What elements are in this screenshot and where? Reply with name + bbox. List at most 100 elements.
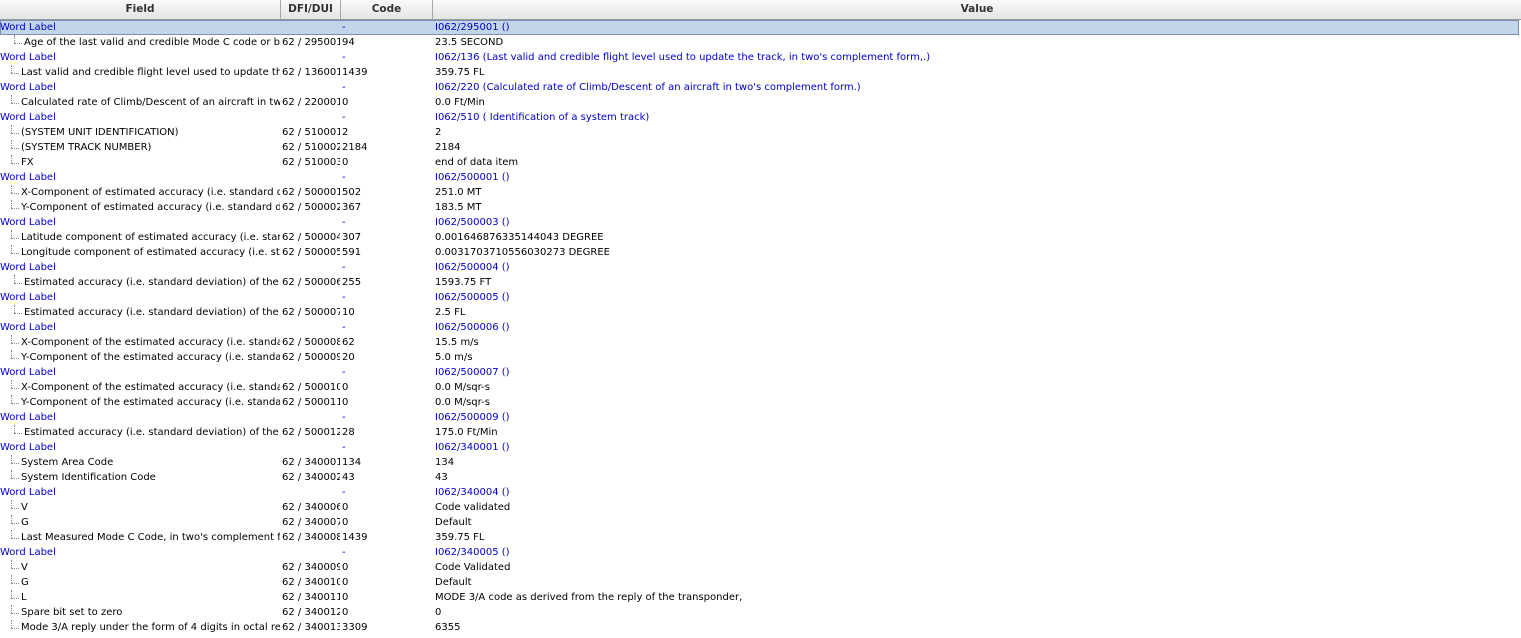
dfi-dui-cell: 62 / 510001 [282, 127, 340, 138]
code-cell: 10 [342, 307, 355, 318]
field-row[interactable]: X-Component of estimated accuracy (i.e. … [0, 185, 1521, 200]
field-cell: Spare bit set to zero [21, 607, 123, 618]
field-cell: Word Label [0, 487, 56, 498]
code-cell: 62 [342, 337, 355, 348]
code-cell: - [342, 547, 346, 558]
field-row[interactable]: Age of the last valid and credible Mode … [0, 35, 1521, 50]
field-row[interactable]: G 62 / 340010 0 Default [0, 575, 1521, 590]
code-cell: 1439 [342, 67, 368, 78]
value-cell: 0.0031703710556030273 DEGREE [435, 247, 610, 258]
field-cell: L [21, 592, 27, 603]
word-label-row[interactable]: Word Label - I062/510 ( Identification of … [0, 110, 1521, 125]
word-label-row[interactable]: Word Label - I062/340004 () [0, 485, 1521, 500]
word-label-row[interactable]: Word Label - I062/500005 () [0, 290, 1521, 305]
field-cell: Word Label [0, 412, 56, 423]
dfi-dui-cell: 62 / 500001 [282, 187, 340, 198]
table-header: Field DFI/DUI Code Value [0, 0, 1521, 20]
value-cell: 134 [435, 457, 455, 468]
field-row[interactable]: Spare bit set to zero 62 / 340012 0 0 [0, 605, 1521, 620]
field-row[interactable]: L 62 / 340011 0 MODE 3/A code as derived fr… [0, 590, 1521, 605]
value-cell: 0.0 Ft/Min [435, 97, 485, 108]
field-row[interactable]: Y-Component of the estimated accuracy (i… [0, 350, 1521, 365]
field-row[interactable]: G 62 / 340007 0 Default [0, 515, 1521, 530]
field-cell: Word Label [0, 442, 56, 453]
field-row[interactable]: System Area Code 62 / 340001 134 134 [0, 455, 1521, 470]
field-row[interactable]: Estimated accuracy (i.e. standard deviat… [0, 305, 1521, 320]
dfi-dui-cell [282, 365, 340, 380]
field-row[interactable]: Estimated accuracy (i.e. standard deviat… [0, 275, 1521, 290]
field-row[interactable]: V 62 / 340009 0 Code Validated [0, 560, 1521, 575]
word-label-row[interactable]: Word Label - I062/340005 () [0, 545, 1521, 560]
dfi-dui-cell: 62 / 340013 [282, 622, 340, 633]
value-cell: 359.75 FL [435, 532, 485, 543]
field-cell: X-Component of the estimated accuracy (i… [21, 337, 280, 348]
field-row[interactable]: Latitude component of estimated accuracy… [0, 230, 1521, 245]
dfi-dui-cell: 62 / 500005 [282, 247, 340, 258]
dfi-dui-cell: 62 / 340007 [282, 517, 340, 528]
field-row[interactable]: Y-Component of estimated accuracy (i.e. … [0, 200, 1521, 215]
dfi-dui-cell [282, 410, 340, 425]
code-cell: - [342, 172, 346, 183]
code-cell: 0 [342, 382, 349, 393]
word-label-row[interactable]: Word Label - I062/500007 () [0, 365, 1521, 380]
field-row[interactable]: (SYSTEM TRACK NUMBER) 62 / 510002 2184 2184 [0, 140, 1521, 155]
word-label-row[interactable]: Word Label - I062/500006 () [0, 320, 1521, 335]
field-cell: System Identification Code [21, 472, 156, 483]
field-row[interactable]: V 62 / 340006 0 Code validated [0, 500, 1521, 515]
value-cell: 23.5 SECOND [435, 37, 504, 48]
column-header-code[interactable]: Code [341, 0, 433, 19]
value-cell: Code Validated [435, 562, 511, 573]
dfi-dui-cell [282, 50, 340, 65]
column-header-field[interactable]: Field [0, 0, 281, 19]
field-cell: Y-Component of the estimated accuracy (i… [21, 397, 280, 408]
value-cell: I062/500006 () [435, 322, 510, 333]
dfi-dui-cell: 62 / 340001 [282, 457, 340, 468]
value-cell: 251.0 MT [435, 187, 482, 198]
code-cell: 20 [342, 352, 355, 363]
value-cell: I062/220 (Calculated rate of Climb/Desce… [435, 82, 861, 93]
value-cell: 1593.75 FT [435, 277, 492, 288]
dfi-dui-cell: 62 / 500012 [282, 427, 340, 438]
word-label-row[interactable]: Word Label - I062/500009 () [0, 410, 1521, 425]
field-row[interactable]: (SYSTEM UNIT IDENTIFICATION) 62 / 510001 2… [0, 125, 1521, 140]
word-label-row[interactable]: Word Label - I062/136 (Last valid and cred… [0, 50, 1521, 65]
field-cell: Word Label [0, 22, 56, 33]
field-cell: Word Label [0, 82, 56, 93]
column-header-dfi-dui[interactable]: DFI/DUI [281, 0, 341, 19]
word-label-row[interactable]: Word Label - I062/295001 () [0, 20, 1521, 35]
field-cell: Word Label [0, 172, 56, 183]
field-cell: Word Label [0, 262, 56, 273]
field-cell: Word Label [0, 367, 56, 378]
field-cell: (SYSTEM UNIT IDENTIFICATION) [21, 127, 179, 138]
field-row[interactable]: X-Component of the estimated accuracy (i… [0, 335, 1521, 350]
field-row[interactable]: Calculated rate of Climb/Descent of an a… [0, 95, 1521, 110]
code-cell: 0 [342, 577, 349, 588]
dfi-dui-cell: 62 / 220001 [282, 97, 340, 108]
field-row[interactable]: X-Component of the estimated accuracy (i… [0, 380, 1521, 395]
word-label-row[interactable]: Word Label - I062/500001 () [0, 170, 1521, 185]
field-row[interactable]: Last Measured Mode C Code, in two's comp… [0, 530, 1521, 545]
dfi-dui-cell: 62 / 500002 [282, 202, 340, 213]
field-row[interactable]: Mode 3/A reply under the form of 4 digit… [0, 620, 1521, 635]
dfi-dui-cell [282, 485, 340, 500]
field-row[interactable]: Longitude component of estimated accurac… [0, 245, 1521, 260]
dfi-dui-cell [282, 215, 340, 230]
word-label-row[interactable]: Word Label - I062/340001 () [0, 440, 1521, 455]
field-row[interactable]: Last valid and credible flight level use… [0, 65, 1521, 80]
value-cell: 175.0 Ft/Min [435, 427, 498, 438]
field-row[interactable]: FX 62 / 510003 0 end of data item [0, 155, 1521, 170]
word-label-row[interactable]: Word Label - I062/500004 () [0, 260, 1521, 275]
word-label-row[interactable]: Word Label - I062/220 (Calculated rate of … [0, 80, 1521, 95]
field-cell: Y-Component of estimated accuracy (i.e. … [21, 202, 280, 213]
dfi-dui-cell: 62 / 340006 [282, 502, 340, 513]
field-cell: Word Label [0, 112, 56, 123]
value-cell: Code validated [435, 502, 511, 513]
table-body[interactable]: Word Label - I062/295001 () Age of the last… [0, 20, 1521, 638]
word-label-row[interactable]: Word Label - I062/500003 () [0, 215, 1521, 230]
value-cell: 0.001646876335144043 DEGREE [435, 232, 604, 243]
field-row[interactable]: Estimated accuracy (i.e. standard deviat… [0, 425, 1521, 440]
column-header-value[interactable]: Value [433, 0, 1521, 19]
field-row[interactable]: System Identification Code 62 / 340002 43 4… [0, 470, 1521, 485]
field-row[interactable]: Y-Component of the estimated accuracy (i… [0, 395, 1521, 410]
field-cell: Estimated accuracy (i.e. standard deviat… [24, 277, 280, 288]
